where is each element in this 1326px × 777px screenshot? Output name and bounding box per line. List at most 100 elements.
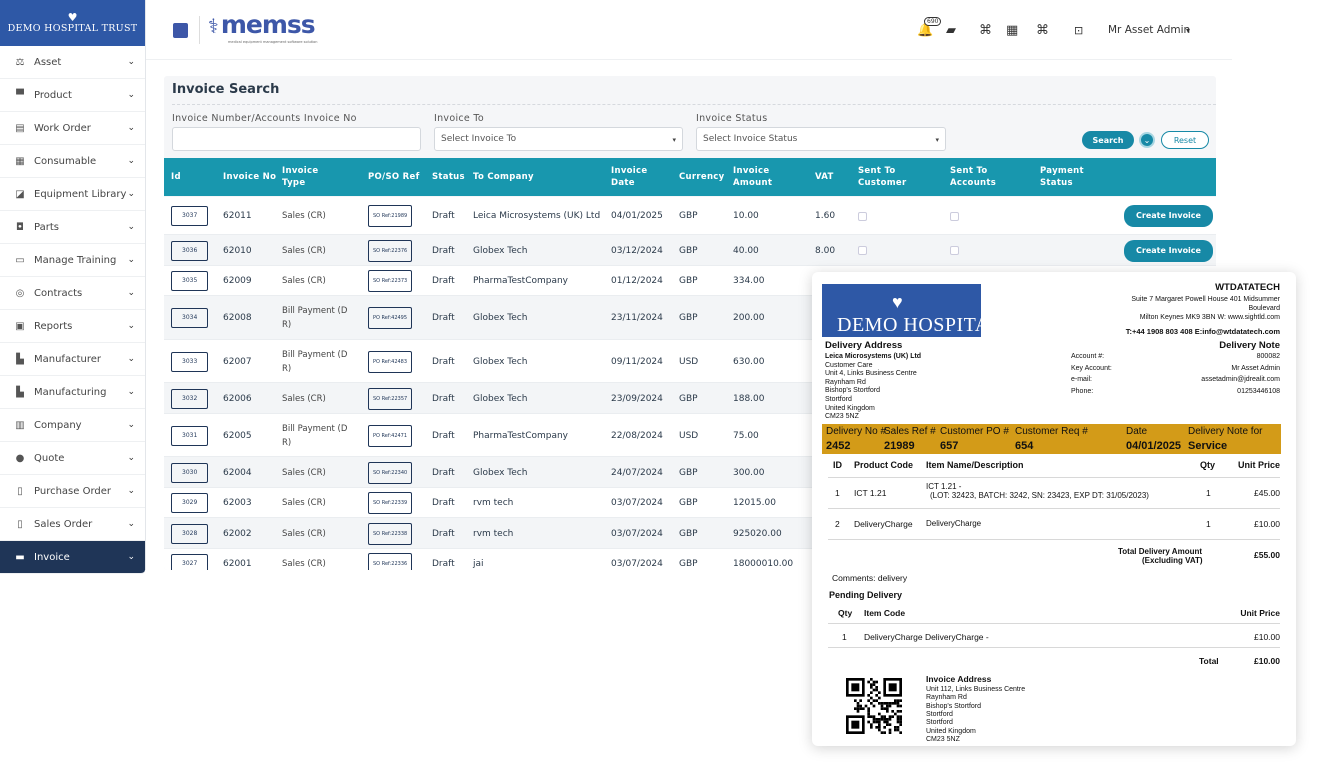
sidebar-item-invoice[interactable]: ▬ Invoice ⌄ (0, 541, 145, 574)
order-ref-link[interactable]: PO Ref:42471 (368, 424, 413, 447)
sidebar-item-product[interactable]: ▀ Product ⌄ (0, 79, 145, 112)
column-header-invoice-amount[interactable]: Invoice Amount (733, 158, 795, 196)
id-cell: 3033 (171, 340, 219, 383)
advanced-search-toggle-icon[interactable]: ⌄ (1139, 132, 1155, 148)
invoice-type-cell: Sales (CR) (282, 245, 326, 256)
to-company-cell: Globex Tech (473, 467, 528, 478)
invoice-amount-cell: 10.00 (733, 211, 759, 221)
column-header-sent-to-accounts[interactable]: Sent To Accounts (950, 158, 1012, 196)
sidebar-item-quote[interactable]: ● Quote ⌄ (0, 442, 145, 475)
create-invoice-button[interactable]: Create Invoice (1124, 239, 1213, 262)
invoice-id-link[interactable]: 3033 (171, 351, 209, 372)
id-cell: 3029 (171, 488, 219, 518)
sidebar-item-label: Manufacturing (34, 386, 107, 398)
order-ref-link[interactable]: PO Ref:42495 (368, 307, 413, 329)
column-header-currency[interactable]: Currency (679, 158, 741, 196)
sent-to-accounts-checkbox[interactable] (950, 246, 959, 255)
order-ref-link[interactable]: SO Ref:22376 (368, 239, 413, 262)
invoice-id-link[interactable]: 3036 (171, 240, 209, 261)
invoice-address-label: Invoice Address (926, 674, 992, 684)
sidebar-item-contracts[interactable]: ◎ Contracts ⌄ (0, 277, 145, 310)
invoice-to-select[interactable]: Select Invoice To ▾ (434, 127, 683, 151)
order-ref-link[interactable]: SO Ref:21989 (368, 205, 413, 227)
invoice-id-link[interactable]: 3029 (171, 493, 209, 513)
invoice-id-link[interactable]: 3031 (171, 425, 209, 446)
invoice-number-input[interactable] (172, 127, 421, 151)
hospital-logo[interactable]: ♥ DEMO HOSPITAL TRUST (0, 0, 145, 46)
barcode-icon[interactable]: ▦ (1006, 24, 1018, 38)
reset-button[interactable]: Reset (1161, 131, 1209, 149)
ref-cell: SO Ref:22336 (368, 549, 428, 570)
order-ref-link[interactable]: SO Ref:22373 (368, 270, 413, 292)
invoice-id-link[interactable]: 3037 (171, 206, 209, 226)
invoice-id-link[interactable]: 3030 (171, 462, 209, 483)
invoice-id-link[interactable]: 3028 (171, 523, 209, 544)
sidebar-item-manage-training[interactable]: ▭ Manage Training ⌄ (0, 244, 145, 277)
qr-scan-icon[interactable]: ⌘ (979, 24, 992, 38)
sidebar-item-company[interactable]: ▥ Company ⌄ (0, 409, 145, 442)
column-header-to-company[interactable]: To Company (473, 158, 593, 196)
sent-to-customer-checkbox[interactable] (858, 246, 867, 255)
sidebar-item-asset[interactable]: ⚖ Asset ⌄ (0, 46, 145, 79)
invoice-id-link[interactable]: 3032 (171, 388, 209, 409)
scanner-icon[interactable]: ⌘ (1036, 24, 1049, 38)
sidebar-item-work-order[interactable]: ▤ Work Order ⌄ (0, 112, 145, 145)
order-ref-link[interactable]: PO Ref:42483 (368, 350, 413, 373)
sidebar-item-parts[interactable]: ◘ Parts ⌄ (0, 211, 145, 244)
user-name[interactable]: Mr Asset Admin (1108, 24, 1190, 36)
sidebar-item-label: Invoice (34, 551, 70, 563)
sidebar-item-reports[interactable]: ▣ Reports ⌄ (0, 310, 145, 343)
sidebar-item-manufacturing[interactable]: ▙ Manufacturing ⌄ (0, 376, 145, 409)
create-invoice-button[interactable]: Create Invoice (1124, 205, 1213, 227)
invoice-address-line: Raynham Rd (926, 694, 967, 702)
invoice-amount-cell: 75.00 (733, 430, 759, 441)
sidebar-item-consumable[interactable]: ▦ Consumable ⌄ (0, 145, 145, 178)
ref-cell: PO Ref:42495 (368, 296, 428, 340)
id-cell: 3030 (171, 457, 219, 488)
order-ref-link[interactable]: SO Ref:22336 (368, 553, 413, 570)
delivery-band-label: Delivery Note for (1188, 426, 1263, 437)
id-cell: 3027 (171, 549, 219, 570)
invoice-id-link[interactable]: 3034 (171, 308, 209, 328)
currency-cell: USD (679, 356, 699, 367)
sidebar-item-sales-order[interactable]: ▯ Sales Order ⌄ (0, 508, 145, 541)
column-header-invoice-type[interactable]: Invoice Type (282, 158, 344, 196)
column-header-invoice-no[interactable]: Invoice No (223, 158, 285, 196)
sent-to-accounts-checkbox[interactable] (950, 211, 959, 221)
order-ref-link[interactable]: SO Ref:22338 (368, 522, 413, 545)
notification-bell-icon[interactable]: 🔔 (917, 24, 933, 38)
total-delivery-value: £55.00 (1254, 550, 1280, 560)
sidebar-item-purchase-order[interactable]: ▯ Purchase Order ⌄ (0, 475, 145, 508)
chevron-down-icon: ⌄ (127, 519, 135, 529)
chevron-down-icon[interactable]: ▾ (1186, 26, 1190, 35)
sidebar-item-manufacturer[interactable]: ▙ Manufacturer ⌄ (0, 343, 145, 376)
sidebar-item-equipment-library[interactable]: ◪ Equipment Library ⌄ (0, 178, 145, 211)
ref-cell: PO Ref:42471 (368, 414, 428, 457)
column-header-invoice-date[interactable]: Invoice Date (611, 158, 673, 196)
invoice-id-link[interactable]: 3035 (171, 271, 209, 291)
manufacturer-icon: ▙ (16, 353, 24, 365)
sidebar-item-label: Contracts (34, 287, 83, 299)
status-cell: Draft (432, 528, 455, 539)
column-header-sent-to-customer[interactable]: Sent To Customer (858, 158, 920, 196)
invoice-status-select[interactable]: Select Invoice Status ▾ (696, 127, 946, 151)
invoice-id-link[interactable]: 3027 (171, 554, 209, 570)
chevron-down-icon: ⌄ (127, 354, 135, 364)
comments-label: Comments: (832, 573, 876, 583)
to-company-cell: jai (473, 559, 484, 569)
status-cell: Draft (432, 245, 455, 256)
user-avatar-icon[interactable]: ⊡ (1074, 24, 1083, 38)
order-ref-link[interactable]: SO Ref:22339 (368, 492, 413, 514)
menu-toggle-button[interactable] (173, 23, 188, 38)
sent-to-accounts-cell (950, 197, 990, 235)
chat-icon[interactable]: ▰ (946, 24, 956, 38)
app-logo[interactable]: ⚕ memss medical equipment management sof… (208, 12, 318, 45)
order-ref-link[interactable]: SO Ref:22340 (368, 461, 413, 484)
search-button[interactable]: Search (1082, 131, 1134, 149)
order-ref-link[interactable]: SO Ref:22357 (368, 387, 413, 410)
column-header-payment-status[interactable]: Payment Status (1040, 158, 1102, 196)
sent-to-customer-checkbox[interactable] (858, 211, 867, 221)
column-header-po-so-ref[interactable]: PO/SO Ref (368, 158, 430, 196)
item-divider (828, 477, 1280, 478)
item-code: ICT 1.21 (854, 488, 887, 498)
